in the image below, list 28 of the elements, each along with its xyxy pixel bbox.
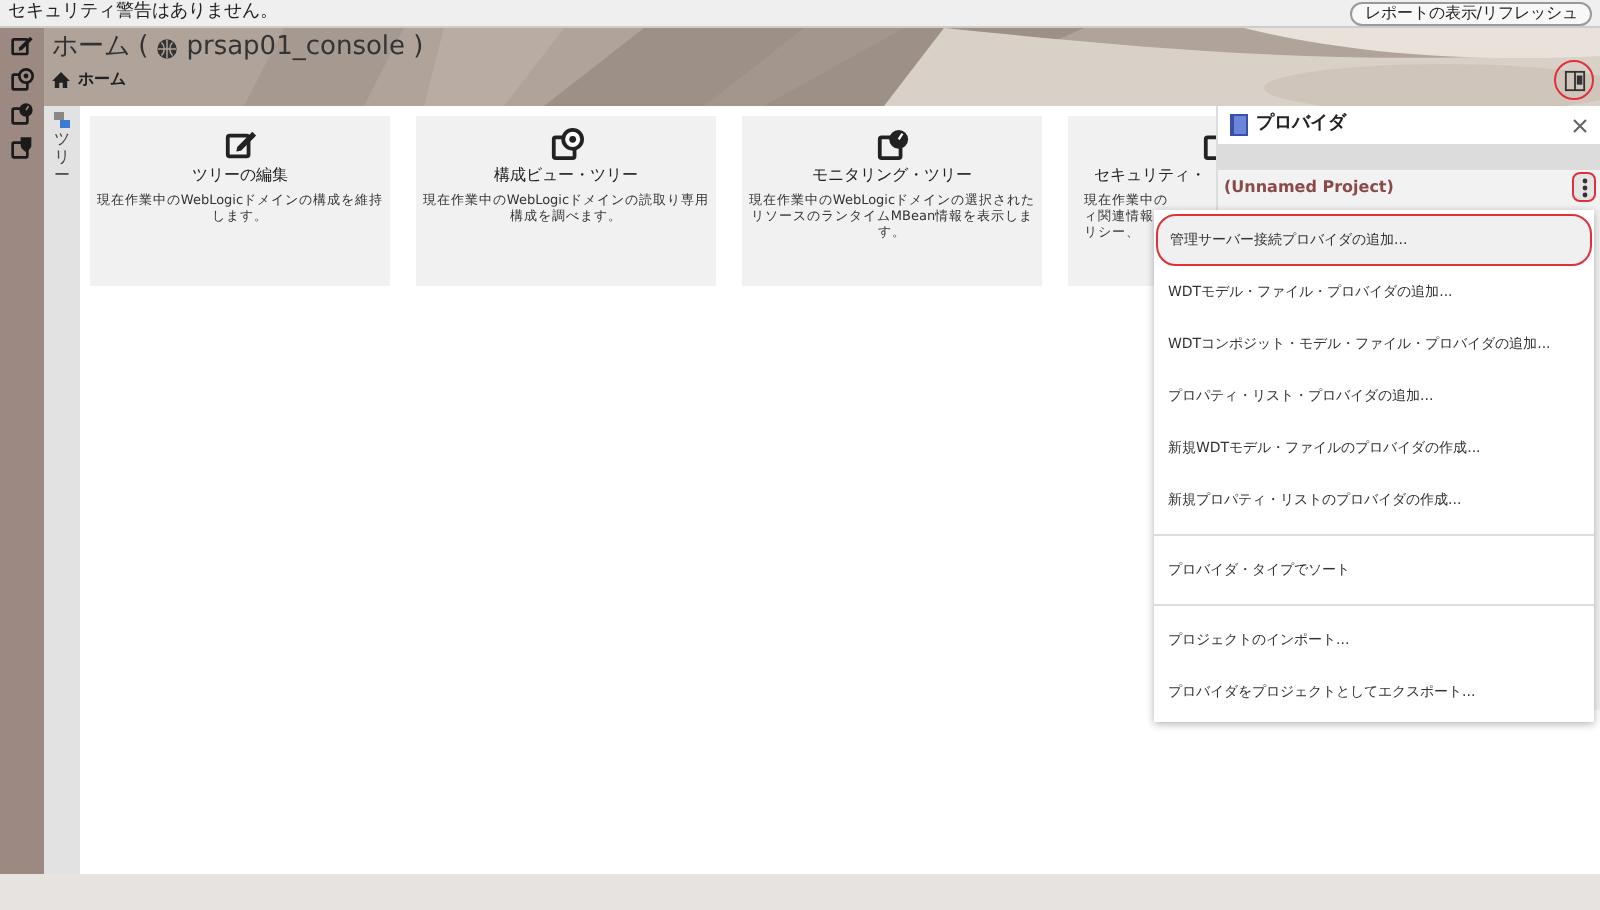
menu-button[interactable] [1572,172,1596,202]
close-icon[interactable] [1572,117,1588,133]
page-title: ホーム ( [52,32,149,64]
edit-icon [223,128,257,162]
tree-icon [54,112,70,128]
security-status-text: セキュリティ警告はありません。 [6,4,280,22]
card-title: セキュリティ・ [1094,168,1206,184]
breadcrumb-link[interactable]: ホーム [78,72,126,88]
eye-document-icon [549,128,583,162]
home-icon [52,72,70,88]
card-title: モニタリング・ツリー [812,168,972,184]
eye-document-icon[interactable] [10,68,34,92]
book-icon [1230,114,1248,136]
panel-title: プロバイダ [1256,111,1349,138]
edit-icon[interactable] [10,34,34,58]
globe-icon [156,37,179,59]
gauge-document-icon[interactable] [10,102,34,126]
domain-name: prsap01_console ) [186,32,424,64]
shield-document-icon[interactable] [10,136,34,160]
tree-side-tab[interactable]: ツリー [54,132,70,185]
refresh-report-button[interactable]: レポートの表示/リフレッシュ [1350,1,1592,25]
panel-toggle-button[interactable] [1554,60,1594,100]
kebab-icon [1581,177,1587,197]
panel-icon [1563,69,1585,91]
card-title: ツリーの編集 [192,168,288,184]
gauge-document-icon [875,128,909,162]
project-name[interactable]: (Unnamed Project) [1224,175,1394,199]
card-title: 構成ビュー・ツリー [494,168,638,184]
